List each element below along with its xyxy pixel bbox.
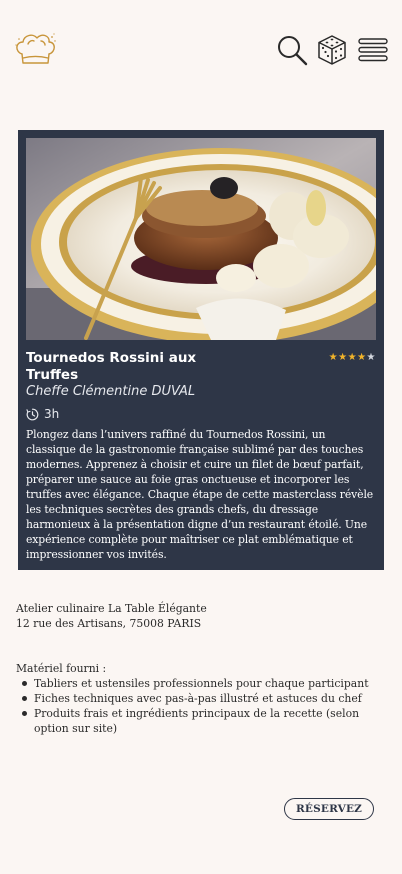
list-item: Tabliers et ustensiles professionnels po… [16,676,386,691]
list-item: Produits frais et ingrédients principaux… [16,706,386,736]
timer-icon [26,408,39,421]
star-filled-icon: ★ [338,352,348,363]
equipment-list: Tabliers et ustensiles professionnels po… [16,676,386,736]
star-empty-icon: ★ [366,352,376,363]
location-address: 12 rue des Artisans, 75008 PARIS [16,617,202,630]
location: Atelier culinaire La Table Élégante 12 r… [16,601,207,631]
rating-stars: ★★★★★ [329,352,376,363]
recipe-card[interactable]: Tournedos Rossini aux Truffes ★★★★★ Chef… [18,130,384,570]
recipe-title: Tournedos Rossini aux Truffes [26,350,197,383]
search-icon[interactable] [276,34,308,66]
dice-icon[interactable] [316,34,348,66]
dish-photo [26,138,376,340]
star-filled-icon: ★ [357,352,367,363]
header [0,0,402,90]
location-name: Atelier culinaire La Table Élégante [16,602,207,615]
chef-name: Cheffe Clémentine DUVAL [26,384,196,399]
duration-value: 3h [44,407,60,421]
star-filled-icon: ★ [347,352,358,363]
star-filled-icon: ★ [328,352,339,363]
equipment-title: Matériel fourni : [16,662,107,675]
chef-hat-logo-icon[interactable] [12,30,58,70]
duration: 3h [26,406,59,422]
hamburger-menu-icon[interactable] [358,34,388,66]
recipe-description: Plongez dans l’univers raffiné du Tourne… [26,428,374,561]
list-item: Fiches techniques avec pas-à-pas illustr… [16,691,386,706]
reserve-button[interactable]: RÉSERVEZ [284,798,374,820]
